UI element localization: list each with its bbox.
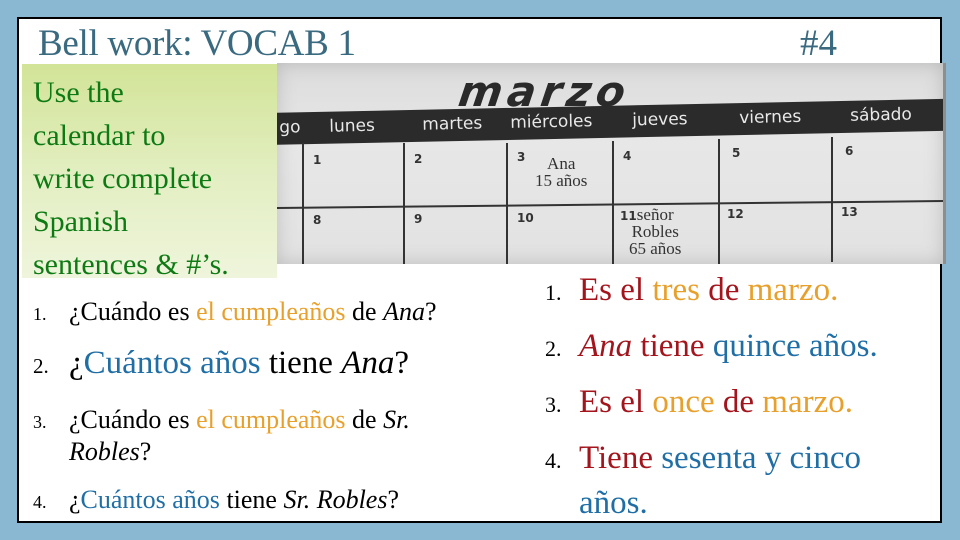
question-text: ?: [424, 297, 437, 326]
question-highlight: el cumpleaños: [196, 405, 346, 434]
answer-2: 2. Ana tiene quince años.: [545, 326, 878, 369]
calendar-day: viernes: [739, 106, 802, 129]
answer-number: 3.: [545, 392, 562, 417]
calendar-gridline: [403, 143, 405, 264]
answer-continuation: años.: [579, 485, 648, 521]
calendar-date: 6: [845, 144, 854, 158]
calendar-gridline: [302, 143, 304, 264]
calendar-date: 2: [414, 152, 423, 166]
question-continuation: Robles?: [33, 437, 410, 467]
slide-title: Bell work: VOCAB 1: [38, 23, 356, 64]
question-1: 1. ¿Cuándo es el cumpleaños de Ana?: [33, 296, 437, 330]
question-text: tiene: [260, 345, 342, 381]
answer-highlight: quince años.: [712, 328, 878, 364]
calendar-date: 12: [727, 207, 744, 221]
calendar-date: 13: [841, 205, 858, 219]
answer-number: 4.: [545, 448, 562, 473]
question-name: Ana: [383, 297, 425, 326]
question-text: de: [345, 405, 384, 434]
question-text: ¿: [69, 485, 81, 514]
calendar-date: 9: [414, 212, 423, 226]
calendar-date: 4: [623, 149, 632, 163]
calendar-note-robles: señor Robles 65 años: [629, 205, 682, 258]
calendar-date: 10: [517, 211, 534, 225]
answer-text: tiene: [632, 328, 713, 364]
question-name: Sr. Robles: [283, 485, 388, 514]
question-text: de: [345, 297, 384, 326]
question-text: ?: [139, 437, 152, 466]
answer-name: Ana: [579, 328, 633, 364]
calendar-day: lunes: [329, 115, 376, 137]
answer-text: Es el: [579, 384, 653, 420]
question-number: 2.: [33, 354, 49, 378]
question-number: 3.: [33, 412, 47, 432]
answer-number: 2.: [545, 336, 562, 361]
calendar-image: marzo go lunes martes miércoles jueves v…: [277, 63, 946, 264]
answer-1: 1. Es el tres de marzo.: [545, 270, 838, 313]
calendar-day: martes: [422, 113, 483, 135]
calendar-note-ana: Ana 15 años: [535, 154, 588, 190]
answer-highlight: marzo.: [762, 384, 853, 420]
question-2: 2. ¿Cuántos años tiene Ana?: [33, 343, 409, 386]
calendar-date: 5: [732, 146, 741, 160]
calendar-day: go: [279, 117, 301, 138]
answer-text: de: [714, 384, 763, 420]
answer-highlight: tres: [652, 272, 700, 308]
question-highlight: Cuántos años: [83, 345, 261, 381]
calendar-gridline: [831, 137, 833, 262]
calendar-day: miércoles: [510, 111, 593, 133]
question-text: ?: [387, 485, 400, 514]
calendar-day: sábado: [849, 104, 913, 126]
calendar-date: 8: [313, 213, 322, 227]
answer-3: 3. Es el once de marzo.: [545, 382, 853, 425]
question-highlight: Cuántos años: [80, 485, 220, 514]
answer-4: 4. Tiene sesenta y cinco años.: [545, 438, 861, 525]
question-4: 4. ¿Cuántos años tiene Sr. Robles?: [33, 484, 399, 518]
question-name: Robles: [69, 437, 140, 466]
question-text: ¿Cuándo es: [69, 405, 197, 434]
question-number: 4.: [33, 492, 47, 512]
instructions-text: Use the calendar to write complete Spani…: [33, 76, 229, 281]
question-3: 3. ¿Cuándo es el cumpleaños de Sr. Robles…: [33, 405, 410, 467]
question-text: ¿Cuándo es: [69, 297, 197, 326]
question-number: 1.: [33, 304, 47, 324]
instructions-box: Use the calendar to write complete Spani…: [22, 64, 277, 281]
answer-highlight: marzo.: [747, 272, 839, 308]
answer-text: Es el: [579, 272, 653, 308]
question-text: tiene: [219, 485, 284, 514]
calendar-date: 3: [517, 150, 526, 164]
answer-text: de: [699, 272, 748, 308]
question-highlight: el cumpleaños: [196, 297, 346, 326]
calendar-date: 1: [313, 153, 322, 167]
answer-highlight: once: [652, 384, 715, 420]
answer-highlight: sesenta y cinco: [661, 440, 861, 476]
answer-number: 1.: [545, 280, 562, 305]
calendar-header: go lunes martes miércoles jueves viernes…: [277, 98, 943, 145]
question-name: Sr.: [383, 405, 410, 434]
slide-number: #4: [800, 23, 837, 64]
question-name: Ana: [341, 345, 395, 381]
calendar-day: jueves: [632, 109, 688, 131]
answer-text: Tiene: [579, 440, 662, 476]
question-text: ?: [394, 345, 410, 381]
question-text: ¿: [69, 345, 84, 381]
calendar-gridline: [506, 143, 508, 264]
